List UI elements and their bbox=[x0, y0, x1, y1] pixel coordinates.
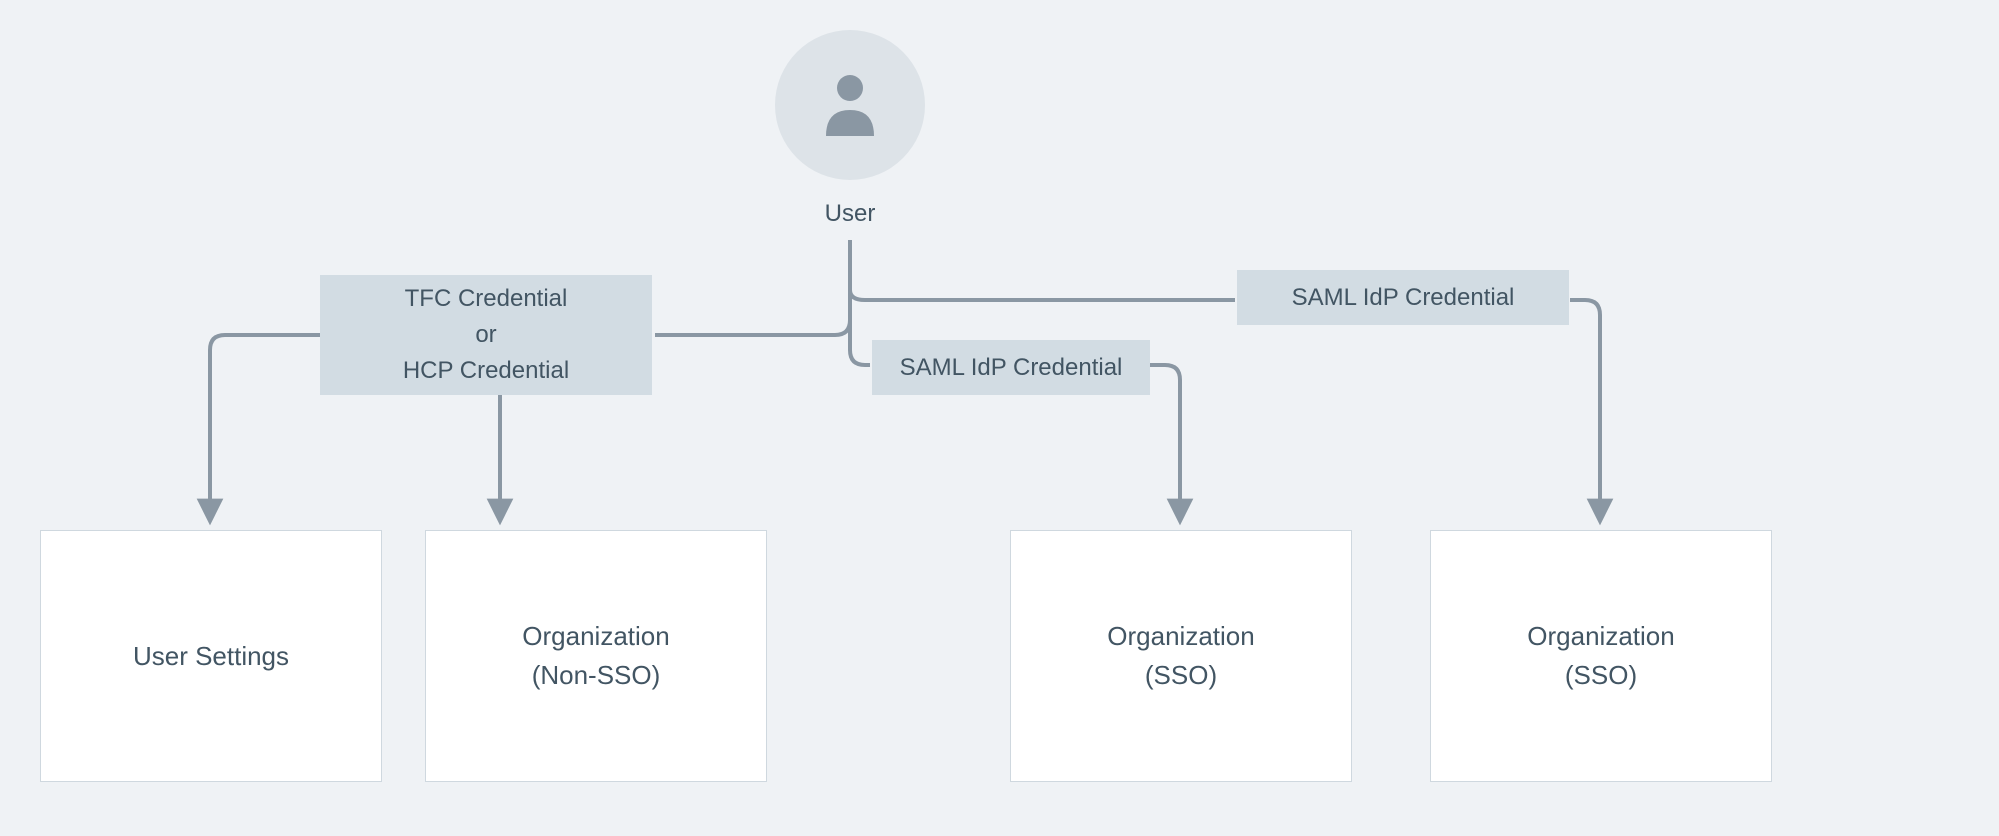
cred-line: or bbox=[475, 317, 496, 353]
organization-sso-box-2: Organization (SSO) bbox=[1430, 530, 1772, 782]
organization-non-sso-box: Organization (Non-SSO) bbox=[425, 530, 767, 782]
dest-line: User Settings bbox=[133, 637, 289, 676]
dest-line: (Non-SSO) bbox=[532, 656, 661, 695]
dest-line: (SSO) bbox=[1145, 656, 1217, 695]
dest-line: Organization bbox=[1107, 617, 1254, 656]
dest-line: Organization bbox=[522, 617, 669, 656]
cred-line: TFC Credential bbox=[405, 281, 568, 317]
user-icon bbox=[820, 70, 880, 140]
user-avatar bbox=[775, 30, 925, 180]
user-settings-box: User Settings bbox=[40, 530, 382, 782]
tfc-hcp-credential-box: TFC Credential or HCP Credential bbox=[320, 275, 652, 395]
saml-idp-credential-box-1: SAML IdP Credential bbox=[872, 340, 1150, 395]
saml-idp-credential-box-2: SAML IdP Credential bbox=[1237, 270, 1569, 325]
cred-line: SAML IdP Credential bbox=[1292, 280, 1515, 316]
dest-line: Organization bbox=[1527, 617, 1674, 656]
user-label: User bbox=[775, 200, 925, 228]
cred-line: SAML IdP Credential bbox=[900, 350, 1123, 386]
cred-line: HCP Credential bbox=[403, 353, 569, 389]
organization-sso-box-1: Organization (SSO) bbox=[1010, 530, 1352, 782]
dest-line: (SSO) bbox=[1565, 656, 1637, 695]
